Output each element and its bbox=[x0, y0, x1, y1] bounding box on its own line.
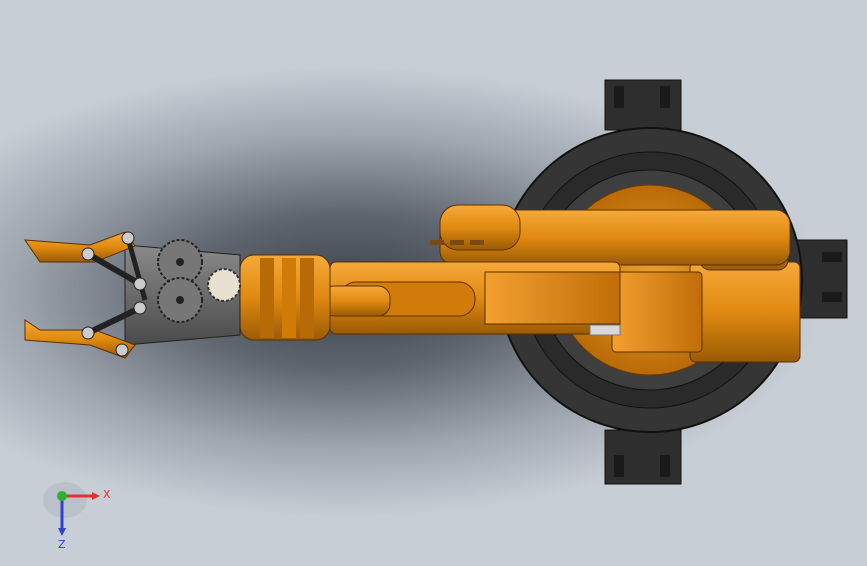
axis-triad: X Z bbox=[40, 470, 120, 551]
forearm bbox=[321, 261, 621, 336]
y-axis-dot bbox=[57, 491, 67, 501]
x-axis-label: X bbox=[103, 488, 111, 501]
robot-arm-model bbox=[24, 79, 848, 485]
z-axis-label: Z bbox=[58, 538, 66, 550]
wrist-joint bbox=[239, 254, 331, 341]
cad-model-viewport[interactable] bbox=[0, 0, 867, 562]
upper-arm bbox=[430, 204, 791, 266]
